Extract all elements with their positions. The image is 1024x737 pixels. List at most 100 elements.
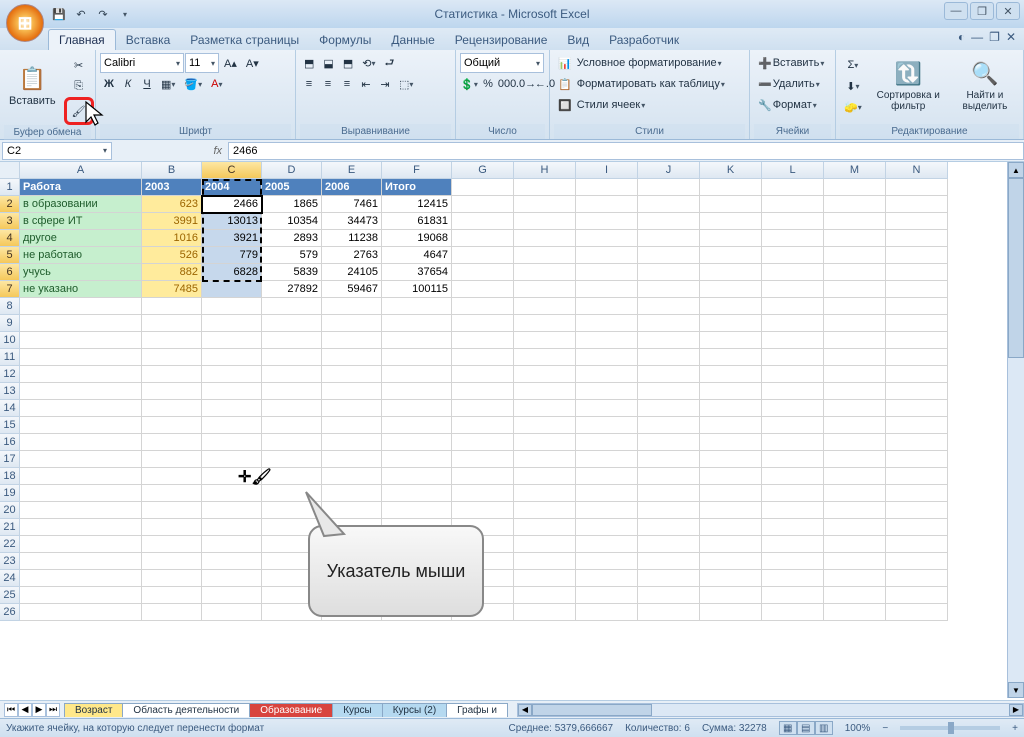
cell[interactable]: [762, 468, 824, 485]
row-header[interactable]: 2: [0, 196, 20, 213]
cell[interactable]: [824, 315, 886, 332]
cell[interactable]: [638, 383, 700, 400]
cell[interactable]: [576, 264, 638, 281]
cell[interactable]: [452, 485, 514, 502]
cell[interactable]: [700, 264, 762, 281]
cell[interactable]: [514, 247, 576, 264]
cell[interactable]: [824, 519, 886, 536]
cell[interactable]: [20, 434, 142, 451]
cell[interactable]: [886, 587, 948, 604]
cell[interactable]: [638, 434, 700, 451]
cell[interactable]: [824, 434, 886, 451]
cell[interactable]: [262, 451, 322, 468]
cell[interactable]: [762, 213, 824, 230]
cell[interactable]: [322, 315, 382, 332]
cell[interactable]: [638, 315, 700, 332]
cell[interactable]: [638, 298, 700, 315]
cell[interactable]: 27892: [262, 281, 322, 298]
cell[interactable]: [20, 502, 142, 519]
cell-styles-button[interactable]: 🔲 Стили ячеек ▾: [554, 95, 744, 115]
italic-button[interactable]: К: [119, 74, 137, 94]
cell[interactable]: [824, 281, 886, 298]
cell[interactable]: [762, 315, 824, 332]
cell[interactable]: [886, 553, 948, 570]
cell[interactable]: [322, 468, 382, 485]
cell[interactable]: [202, 349, 262, 366]
cell[interactable]: [638, 366, 700, 383]
cell[interactable]: [638, 604, 700, 621]
fx-icon[interactable]: fx: [213, 145, 222, 157]
cell[interactable]: 5839: [262, 264, 322, 281]
column-header[interactable]: M: [824, 162, 886, 179]
cell[interactable]: [576, 485, 638, 502]
align-middle-button[interactable]: ⬓: [319, 53, 337, 73]
cell[interactable]: [762, 281, 824, 298]
cell[interactable]: [202, 570, 262, 587]
cell[interactable]: 61831: [382, 213, 452, 230]
cell[interactable]: 4647: [382, 247, 452, 264]
copy-button[interactable]: ⎘: [64, 76, 94, 96]
cell[interactable]: [20, 468, 142, 485]
tab-data[interactable]: Данные: [381, 30, 444, 50]
cell[interactable]: [202, 281, 262, 298]
cell[interactable]: [824, 366, 886, 383]
underline-button[interactable]: Ч: [138, 74, 156, 94]
cell[interactable]: [202, 400, 262, 417]
cell[interactable]: [322, 383, 382, 400]
cell[interactable]: [262, 349, 322, 366]
cell[interactable]: 37654: [382, 264, 452, 281]
cell[interactable]: [514, 298, 576, 315]
cell[interactable]: [262, 434, 322, 451]
decrease-font-button[interactable]: A▾: [242, 53, 263, 73]
sheet-tab[interactable]: Графы и: [446, 703, 508, 717]
cell[interactable]: [202, 451, 262, 468]
cell[interactable]: [20, 400, 142, 417]
cell[interactable]: [700, 485, 762, 502]
cell[interactable]: [700, 536, 762, 553]
cell[interactable]: [514, 366, 576, 383]
cell[interactable]: [638, 332, 700, 349]
cell[interactable]: [638, 502, 700, 519]
cell[interactable]: 3991: [142, 213, 202, 230]
cell[interactable]: [452, 417, 514, 434]
cell[interactable]: [886, 451, 948, 468]
cell[interactable]: 2466: [202, 196, 262, 213]
cell[interactable]: [202, 485, 262, 502]
last-sheet-button[interactable]: ⏭: [46, 703, 60, 717]
cell[interactable]: [452, 502, 514, 519]
cell[interactable]: [886, 281, 948, 298]
cell[interactable]: [514, 485, 576, 502]
cell[interactable]: 7485: [142, 281, 202, 298]
row-header[interactable]: 14: [0, 400, 20, 417]
cell[interactable]: [262, 332, 322, 349]
cell[interactable]: [142, 519, 202, 536]
cell[interactable]: [762, 604, 824, 621]
page-layout-view-button[interactable]: ▤: [797, 721, 815, 735]
doc-minimize-button[interactable]: —: [971, 30, 983, 44]
table-header-cell[interactable]: 2006: [322, 179, 382, 196]
cell[interactable]: [886, 485, 948, 502]
cell[interactable]: [886, 264, 948, 281]
cell[interactable]: [700, 281, 762, 298]
cell[interactable]: [20, 366, 142, 383]
cell[interactable]: [824, 213, 886, 230]
cell[interactable]: [514, 434, 576, 451]
cell[interactable]: [452, 315, 514, 332]
cell[interactable]: [700, 604, 762, 621]
tab-review[interactable]: Рецензирование: [445, 30, 558, 50]
cell[interactable]: [576, 179, 638, 196]
sheet-tab[interactable]: Образование: [249, 703, 333, 717]
cell[interactable]: [576, 502, 638, 519]
scroll-down-icon[interactable]: ▼: [1008, 682, 1024, 698]
format-cells-button[interactable]: 🔧 Формат▾: [754, 95, 832, 115]
cell[interactable]: [382, 383, 452, 400]
font-color-button[interactable]: A▾: [207, 74, 226, 94]
cell[interactable]: [202, 383, 262, 400]
cell[interactable]: [142, 349, 202, 366]
cell[interactable]: [202, 604, 262, 621]
cell[interactable]: [762, 196, 824, 213]
cell[interactable]: [382, 434, 452, 451]
cell[interactable]: [576, 315, 638, 332]
cell[interactable]: [142, 332, 202, 349]
cell[interactable]: 11238: [322, 230, 382, 247]
